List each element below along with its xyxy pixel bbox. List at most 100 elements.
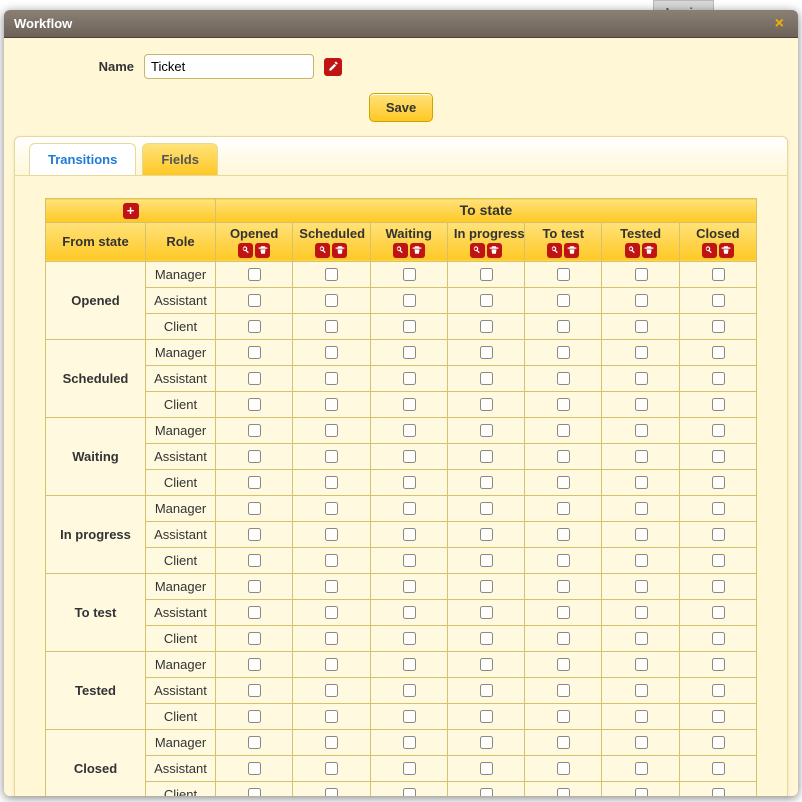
transition-checkbox[interactable] [557, 372, 570, 385]
transition-checkbox[interactable] [480, 762, 493, 775]
transition-checkbox[interactable] [557, 788, 570, 796]
transition-checkbox[interactable] [635, 294, 648, 307]
dialog-close-button[interactable]: × [771, 15, 788, 33]
transition-checkbox[interactable] [635, 632, 648, 645]
transition-checkbox[interactable] [712, 372, 725, 385]
transition-checkbox[interactable] [325, 320, 338, 333]
transition-checkbox[interactable] [325, 450, 338, 463]
transition-checkbox[interactable] [480, 736, 493, 749]
transition-checkbox[interactable] [248, 294, 261, 307]
transition-checkbox[interactable] [635, 398, 648, 411]
transition-checkbox[interactable] [325, 528, 338, 541]
transition-checkbox[interactable] [403, 528, 416, 541]
tab-transitions[interactable]: Transitions [29, 143, 136, 175]
transition-checkbox[interactable] [403, 736, 416, 749]
trash-icon[interactable] [410, 243, 425, 258]
transition-checkbox[interactable] [635, 684, 648, 697]
transition-checkbox[interactable] [248, 320, 261, 333]
transition-checkbox[interactable] [480, 710, 493, 723]
transition-checkbox[interactable] [557, 606, 570, 619]
trash-icon[interactable] [487, 243, 502, 258]
transition-checkbox[interactable] [403, 502, 416, 515]
transition-checkbox[interactable] [248, 710, 261, 723]
transition-checkbox[interactable] [480, 424, 493, 437]
transition-checkbox[interactable] [248, 762, 261, 775]
transition-checkbox[interactable] [403, 450, 416, 463]
search-icon[interactable] [625, 243, 640, 258]
tab-fields[interactable]: Fields [142, 143, 218, 175]
transition-checkbox[interactable] [248, 580, 261, 593]
transition-checkbox[interactable] [557, 632, 570, 645]
transition-checkbox[interactable] [635, 450, 648, 463]
transition-checkbox[interactable] [635, 476, 648, 489]
transition-checkbox[interactable] [480, 684, 493, 697]
transition-checkbox[interactable] [712, 762, 725, 775]
search-icon[interactable] [470, 243, 485, 258]
transition-checkbox[interactable] [480, 788, 493, 796]
transition-checkbox[interactable] [480, 398, 493, 411]
transition-checkbox[interactable] [248, 788, 261, 796]
transition-checkbox[interactable] [712, 554, 725, 567]
name-input[interactable] [144, 54, 314, 79]
transition-checkbox[interactable] [480, 320, 493, 333]
search-icon[interactable] [547, 243, 562, 258]
transition-checkbox[interactable] [325, 294, 338, 307]
transition-checkbox[interactable] [248, 502, 261, 515]
transition-checkbox[interactable] [248, 632, 261, 645]
transition-checkbox[interactable] [325, 606, 338, 619]
transition-checkbox[interactable] [403, 788, 416, 796]
transition-checkbox[interactable] [248, 554, 261, 567]
transition-checkbox[interactable] [325, 268, 338, 281]
transition-checkbox[interactable] [712, 450, 725, 463]
transition-checkbox[interactable] [635, 554, 648, 567]
transition-checkbox[interactable] [635, 346, 648, 359]
pencil-icon[interactable] [324, 58, 342, 76]
transition-checkbox[interactable] [557, 476, 570, 489]
transition-checkbox[interactable] [635, 268, 648, 281]
transition-checkbox[interactable] [557, 710, 570, 723]
transition-checkbox[interactable] [480, 554, 493, 567]
transition-checkbox[interactable] [712, 476, 725, 489]
transition-checkbox[interactable] [403, 294, 416, 307]
transition-checkbox[interactable] [403, 346, 416, 359]
transition-checkbox[interactable] [325, 632, 338, 645]
transition-checkbox[interactable] [248, 424, 261, 437]
transition-checkbox[interactable] [325, 658, 338, 671]
transition-checkbox[interactable] [557, 684, 570, 697]
transition-checkbox[interactable] [712, 502, 725, 515]
transition-checkbox[interactable] [557, 736, 570, 749]
transition-checkbox[interactable] [557, 294, 570, 307]
transition-checkbox[interactable] [403, 606, 416, 619]
transition-checkbox[interactable] [712, 736, 725, 749]
transition-checkbox[interactable] [635, 710, 648, 723]
transition-checkbox[interactable] [480, 606, 493, 619]
transition-checkbox[interactable] [325, 710, 338, 723]
transition-checkbox[interactable] [248, 528, 261, 541]
trash-icon[interactable] [642, 243, 657, 258]
transition-checkbox[interactable] [635, 788, 648, 796]
transition-checkbox[interactable] [248, 398, 261, 411]
trash-icon[interactable] [719, 243, 734, 258]
transition-checkbox[interactable] [712, 294, 725, 307]
transition-checkbox[interactable] [635, 658, 648, 671]
transition-checkbox[interactable] [325, 502, 338, 515]
transition-checkbox[interactable] [325, 762, 338, 775]
transition-checkbox[interactable] [403, 710, 416, 723]
transition-checkbox[interactable] [403, 398, 416, 411]
transition-checkbox[interactable] [480, 268, 493, 281]
transition-checkbox[interactable] [557, 762, 570, 775]
transition-checkbox[interactable] [248, 658, 261, 671]
transition-checkbox[interactable] [712, 658, 725, 671]
transition-checkbox[interactable] [325, 476, 338, 489]
transition-checkbox[interactable] [480, 476, 493, 489]
transition-checkbox[interactable] [557, 346, 570, 359]
trash-icon[interactable] [332, 243, 347, 258]
transition-checkbox[interactable] [635, 606, 648, 619]
search-icon[interactable] [238, 243, 253, 258]
transition-checkbox[interactable] [557, 580, 570, 593]
transition-checkbox[interactable] [403, 580, 416, 593]
transition-checkbox[interactable] [712, 788, 725, 796]
transition-checkbox[interactable] [712, 268, 725, 281]
save-button[interactable]: Save [369, 93, 433, 122]
transition-checkbox[interactable] [712, 398, 725, 411]
